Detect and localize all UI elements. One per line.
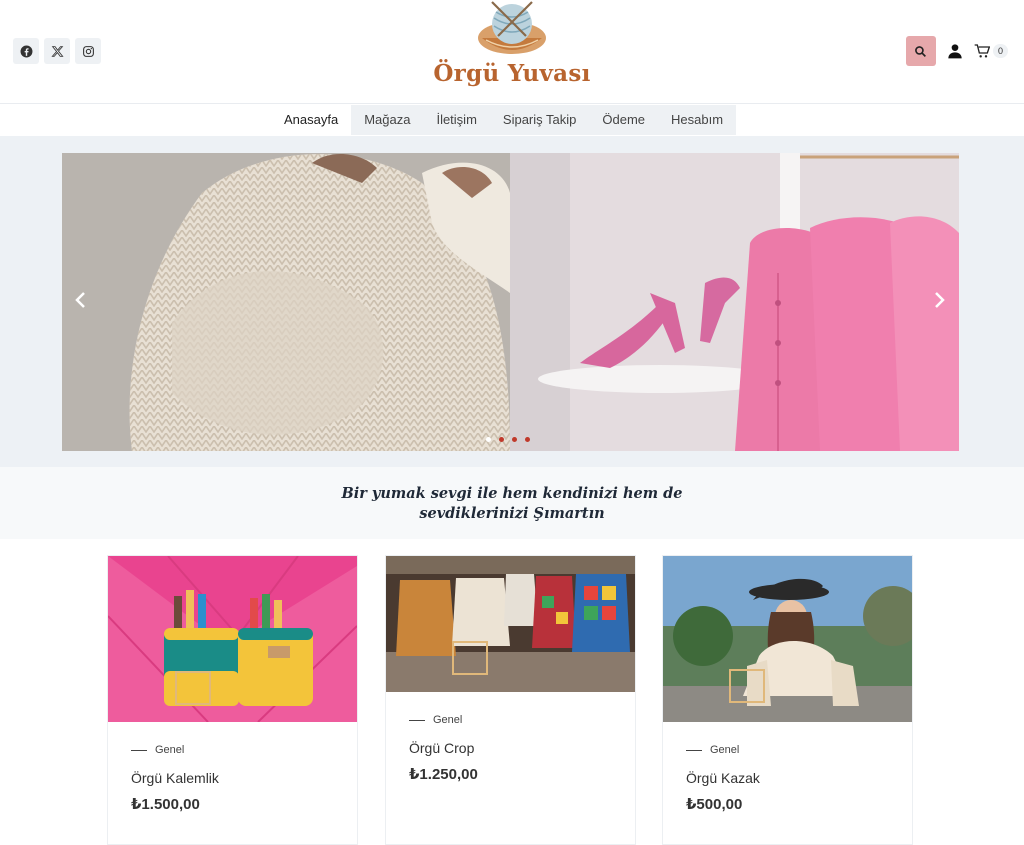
slider-dot-2[interactable] xyxy=(499,437,504,442)
product-category[interactable]: Genel xyxy=(131,744,184,756)
tagline: Bir yumak sevgi ile hem kendinizi hem de… xyxy=(300,484,724,524)
nav-item-anasayfa[interactable]: Anasayfa xyxy=(271,105,352,135)
search-button[interactable] xyxy=(905,36,936,66)
nav-item-magaza[interactable]: Mağaza xyxy=(351,105,423,135)
cart-icon xyxy=(974,44,990,58)
slider-dot-4[interactable] xyxy=(525,437,530,442)
product-category-label: Genel xyxy=(155,744,185,756)
product-price: ₺500,00 xyxy=(686,796,743,813)
product-card-kalemlik[interactable]: Genel Örgü Kalemlik ₺1.500,00 xyxy=(107,555,358,845)
chevron-left-icon xyxy=(75,292,85,308)
product-name[interactable]: Örgü Kalemlik xyxy=(131,770,219,786)
product-image-kalemlik[interactable] xyxy=(108,556,357,722)
tagline-line-2: sevdiklerinizi Şımartın xyxy=(419,505,605,522)
product-name[interactable]: Örgü Kazak xyxy=(686,770,760,786)
slider-dot-3[interactable] xyxy=(512,437,517,442)
slider-next-button[interactable] xyxy=(930,291,950,313)
x-twitter-icon xyxy=(50,45,64,57)
product-card-crop[interactable]: Genel Örgü Crop ₺1.250,00 xyxy=(385,555,636,845)
main-nav: Anasayfa Mağaza İletişim Sipariş Takip Ö… xyxy=(271,105,737,135)
tagline-line-1: Bir yumak sevgi ile hem kendinizi hem de xyxy=(341,485,683,502)
category-dash xyxy=(686,749,702,751)
nav-item-iletisim[interactable]: İletişim xyxy=(423,105,489,135)
product-thumbnail[interactable] xyxy=(175,671,211,705)
facebook-link[interactable] xyxy=(13,38,39,64)
social-links xyxy=(13,38,101,64)
cart-count-badge: 0 xyxy=(992,44,1008,58)
knit-crop-tops-illustration xyxy=(386,556,635,692)
nav-item-hesabim[interactable]: Hesabım xyxy=(658,105,736,135)
product-category[interactable]: Genel xyxy=(686,744,739,756)
product-thumbnail[interactable] xyxy=(452,641,488,675)
slider-dots xyxy=(486,437,530,442)
site-header: Örgü Yuvası 0 xyxy=(0,0,1024,104)
knit-sweater-woman-illustration xyxy=(663,556,912,722)
product-price: ₺1.500,00 xyxy=(131,796,200,813)
product-category-label: Genel xyxy=(710,744,740,756)
user-icon xyxy=(948,44,962,59)
instagram-icon xyxy=(82,45,94,57)
product-category-label: Genel xyxy=(433,714,463,726)
product-image-crop[interactable] xyxy=(386,556,635,692)
site-logo-text: Örgü Yuvası xyxy=(433,60,591,87)
chevron-right-icon xyxy=(935,292,945,308)
category-dash xyxy=(409,719,425,721)
knit-pencil-holders-illustration xyxy=(108,556,357,722)
site-logo[interactable]: Örgü Yuvası xyxy=(424,0,600,104)
search-icon xyxy=(915,45,927,57)
x-twitter-link[interactable] xyxy=(44,38,70,64)
slider-dot-1[interactable] xyxy=(486,437,491,442)
product-category[interactable]: Genel xyxy=(409,714,462,726)
product-image-kazak[interactable] xyxy=(663,556,912,722)
product-thumbnail[interactable] xyxy=(729,669,765,703)
slide-image-pink-cardigan xyxy=(510,153,959,451)
cart-button[interactable]: 0 xyxy=(974,43,1008,59)
yarn-ball-logo-icon xyxy=(478,1,546,54)
pink-cardigan-illustration xyxy=(510,153,959,451)
nav-item-siparis-takip[interactable]: Sipariş Takip xyxy=(490,105,589,135)
product-price: ₺1.250,00 xyxy=(409,766,478,783)
product-name[interactable]: Örgü Crop xyxy=(409,740,474,756)
knit-sweater-illustration xyxy=(62,153,510,451)
account-button[interactable] xyxy=(946,42,964,60)
slide-image-knit-sweater xyxy=(62,153,510,451)
hero-slider[interactable] xyxy=(62,153,959,451)
product-card-kazak[interactable]: Genel Örgü Kazak ₺500,00 xyxy=(662,555,913,845)
header-tools: 0 xyxy=(905,36,1008,66)
slider-prev-button[interactable] xyxy=(70,291,90,313)
category-dash xyxy=(131,749,147,751)
facebook-icon xyxy=(20,45,32,57)
instagram-link[interactable] xyxy=(75,38,101,64)
nav-item-odeme[interactable]: Ödeme xyxy=(589,105,658,135)
